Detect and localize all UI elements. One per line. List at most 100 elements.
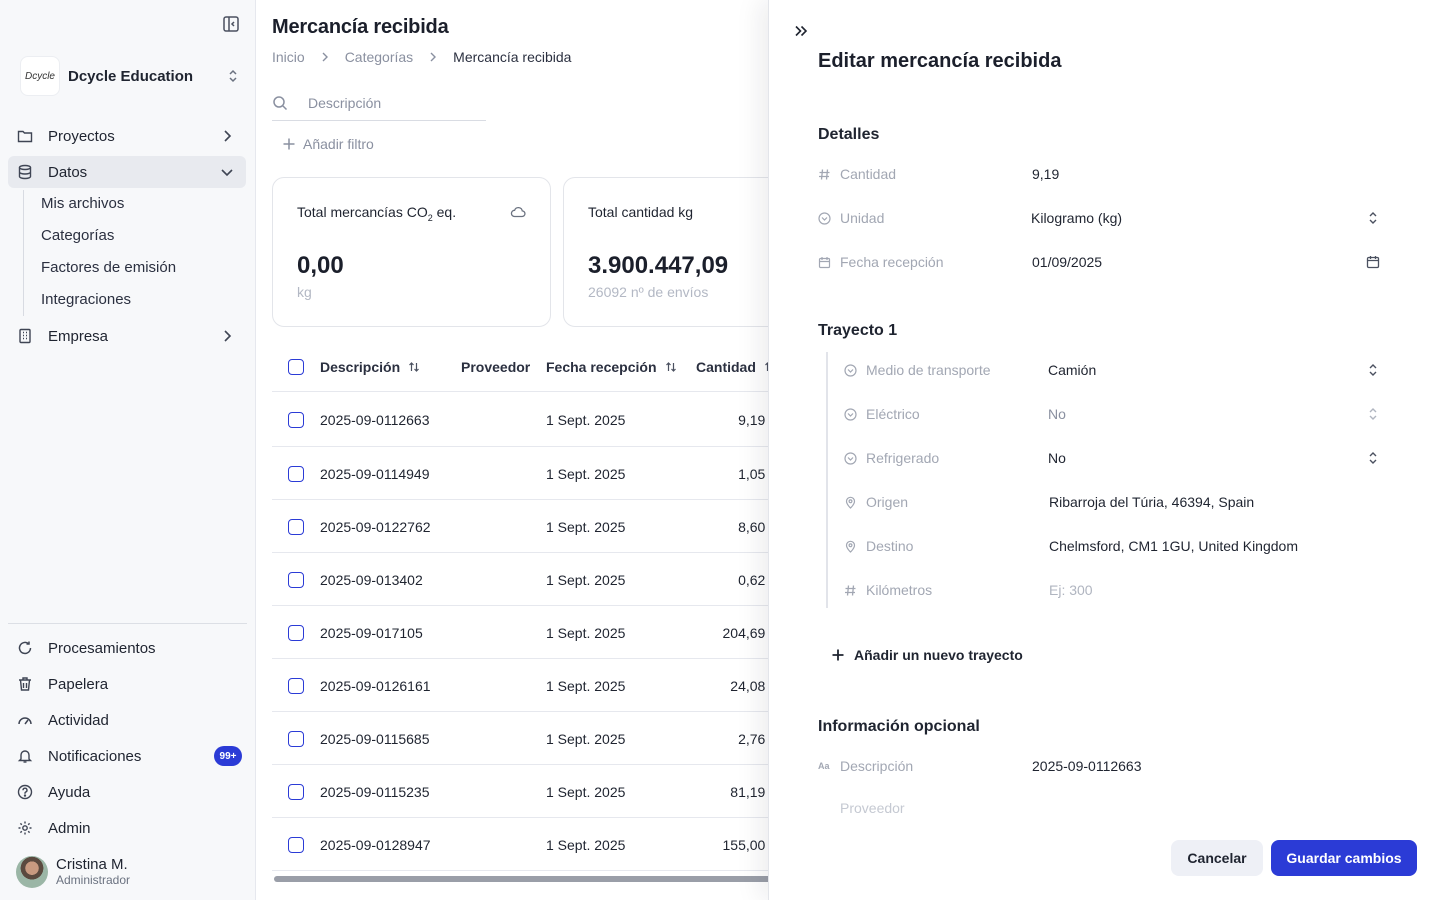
header-descripcion[interactable]: Descripción bbox=[320, 359, 420, 375]
select-chevron-icon[interactable] bbox=[1366, 451, 1380, 465]
table-row[interactable]: 2025-09-0115235 1 Sept. 2025 81,19 kg bbox=[272, 765, 768, 818]
field-fecha-label: Fecha recepción bbox=[818, 250, 944, 274]
chevron-up-down-icon bbox=[226, 69, 240, 83]
sidebar-item-factores[interactable]: Factores de emisión bbox=[41, 257, 176, 279]
refrigerado-select[interactable]: No bbox=[1048, 450, 1066, 466]
nav-label: Datos bbox=[48, 163, 88, 181]
card-unit: kg bbox=[297, 284, 312, 300]
collapse-sidebar-icon[interactable] bbox=[222, 15, 240, 33]
main-content: Mercancía recibida Inicio Categorías Mer… bbox=[256, 0, 768, 900]
nav-procesamientos[interactable]: Procesamientos bbox=[8, 632, 246, 664]
nav-actividad[interactable]: Actividad bbox=[8, 704, 246, 736]
header-cantidad[interactable]: Cantidad bbox=[696, 359, 768, 375]
select-all-checkbox[interactable] bbox=[288, 359, 304, 375]
add-route-button[interactable]: Añadir un nuevo trayecto bbox=[831, 647, 1023, 663]
cell-descripcion: 2025-09-0114949 bbox=[320, 466, 430, 482]
cell-cantidad: 8,60 kg bbox=[738, 519, 768, 535]
user-menu[interactable]: Cristina M. Administrador bbox=[16, 856, 130, 888]
search-input[interactable] bbox=[308, 95, 478, 111]
row-checkbox[interactable] bbox=[288, 572, 304, 588]
save-changes-button[interactable]: Guardar cambios bbox=[1271, 840, 1417, 876]
breadcrumb-inicio[interactable]: Inicio bbox=[272, 49, 305, 65]
cell-descripcion: 2025-09-0122762 bbox=[320, 519, 431, 535]
select-chevron-icon[interactable] bbox=[1366, 363, 1380, 377]
row-checkbox[interactable] bbox=[288, 731, 304, 747]
descripcion-input[interactable]: 2025-09-0112663 bbox=[1032, 758, 1142, 774]
row-checkbox[interactable] bbox=[288, 678, 304, 694]
folder-icon bbox=[17, 128, 33, 144]
total-co2-card: Total mercancías CO2 eq. 0,00 kg bbox=[272, 177, 551, 327]
unidad-select[interactable]: Kilogramo (kg) bbox=[1031, 210, 1122, 226]
electrico-select[interactable]: No bbox=[1048, 406, 1066, 422]
sidebar-item-integraciones[interactable]: Integraciones bbox=[41, 289, 131, 311]
nav-empresa[interactable]: Empresa bbox=[8, 320, 246, 352]
row-checkbox[interactable] bbox=[288, 519, 304, 535]
notification-count-badge: 99+ bbox=[214, 746, 242, 766]
fecha-input[interactable]: 01/09/2025 bbox=[1032, 254, 1102, 270]
field-descripcion-label: Aa Descripción bbox=[818, 758, 914, 774]
nav-notificaciones[interactable]: Notificaciones 99+ bbox=[8, 740, 246, 772]
header-fecha[interactable]: Fecha recepción bbox=[546, 359, 677, 375]
map-pin-icon bbox=[844, 540, 857, 553]
table-row[interactable]: 2025-09-017105 1 Sept. 2025 204,69 kg bbox=[272, 606, 768, 659]
sidebar-item-categorias[interactable]: Categorías bbox=[41, 225, 114, 247]
nav-proyectos[interactable]: Proyectos bbox=[8, 120, 246, 152]
sort-icon[interactable] bbox=[408, 361, 420, 373]
row-checkbox[interactable] bbox=[288, 466, 304, 482]
kilometros-input[interactable]: Ej: 300 bbox=[1049, 582, 1093, 598]
cell-cantidad: 24,08 kg bbox=[730, 678, 768, 694]
sidebar-item-mis-archivos[interactable]: Mis archivos bbox=[41, 193, 124, 215]
table-row[interactable]: 2025-09-0112663 1 Sept. 2025 9,19 kg bbox=[272, 392, 768, 447]
row-checkbox[interactable] bbox=[288, 625, 304, 641]
nav-label: Notificaciones bbox=[48, 747, 142, 765]
org-logo: Dcycle bbox=[20, 56, 60, 96]
table-row[interactable]: 2025-09-0122762 1 Sept. 2025 8,60 kg bbox=[272, 500, 768, 553]
field-medio-label: Medio de transporte bbox=[844, 358, 991, 382]
search-icon bbox=[272, 95, 288, 111]
cell-fecha: 1 Sept. 2025 bbox=[546, 731, 626, 747]
row-checkbox[interactable] bbox=[288, 837, 304, 853]
breadcrumb-categorias[interactable]: Categorías bbox=[345, 49, 413, 65]
bell-icon bbox=[17, 748, 33, 764]
drawer-title: Editar mercancía recibida bbox=[818, 50, 1062, 72]
select-chevron-icon[interactable] bbox=[1366, 407, 1380, 421]
cantidad-input[interactable]: 9,19 bbox=[1032, 166, 1059, 182]
nav-ayuda[interactable]: Ayuda bbox=[8, 776, 246, 808]
row-checkbox[interactable] bbox=[288, 412, 304, 428]
search-box bbox=[272, 86, 486, 121]
field-refrigerado-label: Refrigerado bbox=[844, 446, 939, 470]
table-row[interactable]: 2025-09-0126161 1 Sept. 2025 24,08 kg bbox=[272, 659, 768, 712]
help-icon bbox=[17, 784, 33, 800]
chevron-right-icon bbox=[220, 329, 234, 343]
horizontal-scrollbar[interactable] bbox=[274, 876, 768, 882]
calendar-icon[interactable] bbox=[1366, 255, 1380, 269]
row-checkbox[interactable] bbox=[288, 784, 304, 800]
sort-icon[interactable] bbox=[665, 361, 677, 373]
org-switcher[interactable]: Dcycle Dcycle Education bbox=[20, 56, 242, 96]
table-row[interactable]: 2025-09-0115685 1 Sept. 2025 2,76 kg bbox=[272, 712, 768, 765]
nav-admin[interactable]: Admin bbox=[8, 812, 246, 844]
nav-datos[interactable]: Datos bbox=[8, 156, 246, 188]
cell-fecha: 1 Sept. 2025 bbox=[546, 837, 626, 853]
origen-input[interactable]: Ribarroja del Túria, 46394, Spain bbox=[1049, 494, 1254, 510]
cancel-button[interactable]: Cancelar bbox=[1171, 840, 1263, 876]
gauge-icon bbox=[17, 712, 33, 728]
field-unidad-label: Unidad bbox=[818, 206, 884, 230]
select-chevron-icon[interactable] bbox=[1366, 211, 1380, 225]
circle-chevron-icon bbox=[844, 407, 857, 421]
total-quantity-card: Total cantidad kg 3.900.447,09 26092 nº … bbox=[563, 177, 768, 327]
destino-input[interactable]: Chelmsford, CM1 1GU, United Kingdom bbox=[1049, 538, 1298, 554]
field-proveedor-label: Proveedor bbox=[840, 800, 905, 814]
table-row[interactable]: 2025-09-0128947 1 Sept. 2025 155,00 kg bbox=[272, 818, 768, 871]
cell-descripcion: 2025-09-013402 bbox=[320, 572, 423, 588]
table-row[interactable]: 2025-09-0114949 1 Sept. 2025 1,05 kg bbox=[272, 447, 768, 500]
header-proveedor[interactable]: Proveedor bbox=[461, 359, 530, 375]
nav-papelera[interactable]: Papelera bbox=[8, 668, 246, 700]
table-header: Descripción Proveedor Fecha recepción Ca… bbox=[272, 342, 768, 392]
chevron-right-icon bbox=[319, 51, 331, 63]
nav-label: Empresa bbox=[48, 327, 109, 345]
medio-transporte-select[interactable]: Camión bbox=[1048, 362, 1096, 378]
close-drawer-icon[interactable] bbox=[793, 23, 809, 39]
add-filter-button[interactable]: Añadir filtro bbox=[282, 136, 374, 152]
table-row[interactable]: 2025-09-013402 1 Sept. 2025 0,62 kg bbox=[272, 553, 768, 606]
